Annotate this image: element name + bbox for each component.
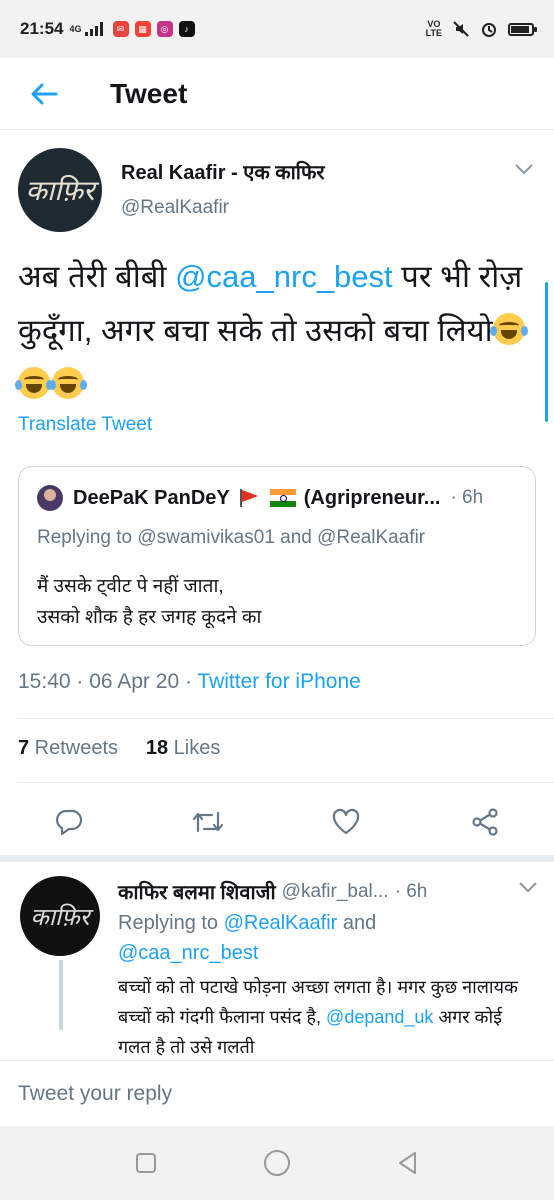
reply-time: · 6h [394, 880, 428, 902]
reply-body-mention-link[interactable]: @depand_uk [326, 1007, 433, 1027]
quote-author-affiliation: (Agripreneur... [303, 486, 441, 509]
like-icon [333, 808, 360, 835]
scroll-indicator [545, 282, 548, 422]
section-separator [0, 855, 554, 862]
retweet-icon [192, 811, 223, 833]
replying-and: and [337, 912, 377, 934]
back-nav-button[interactable] [388, 1143, 428, 1183]
divider [18, 782, 554, 783]
signal-icon [84, 22, 103, 36]
author-handle[interactable]: @RealKaafir [121, 197, 325, 219]
calendar-notification-icon: ▦ [134, 21, 151, 37]
recents-button[interactable] [126, 1143, 166, 1183]
likes-stat[interactable]: 18 Likes [146, 737, 221, 759]
network-type: 4G [69, 23, 82, 34]
tweet-stats: 7 Retweets 18 Likes [18, 737, 220, 760]
tweet-actions [0, 790, 554, 854]
tears-of-joy-emoji-icon [489, 313, 528, 345]
instagram-icon: ◎ [156, 21, 173, 37]
quote-time: · 6h [450, 487, 484, 508]
alarm-icon [482, 23, 496, 37]
quote-author-name: DeePaK PanDeY [73, 486, 230, 509]
like-button[interactable] [277, 790, 416, 854]
india-flag-icon [269, 489, 296, 507]
back-arrow-icon [31, 83, 58, 104]
author-avatar[interactable]: काफ़िर [18, 148, 102, 232]
reply-icon [56, 809, 83, 836]
quote-text: मैं उसके ट्वीट पे नहीं जाता, उसको शौक है… [37, 571, 261, 633]
notification-icons: ✉ ▦ ◎ ♪ [112, 21, 195, 37]
likes-label: Likes [168, 737, 221, 759]
reply-author-name[interactable]: काफिर बलमा शिवाजी [118, 878, 276, 905]
saffron-flag-icon [238, 489, 260, 507]
square-nav-icon [135, 1153, 156, 1173]
page-title: Tweet [110, 77, 188, 109]
translate-tweet-link[interactable]: Translate Tweet [18, 414, 152, 436]
battery-icon [508, 22, 537, 36]
quote-text-line: मैं उसके ट्वीट पे नहीं जाता, [37, 576, 224, 597]
retweets-stat[interactable]: 7 Retweets [18, 737, 118, 759]
replying-prefix: Replying to [118, 912, 224, 934]
retweets-count: 7 [18, 737, 30, 759]
tweet-source-link[interactable]: Twitter for iPhone [197, 670, 360, 693]
avatar-logo-text: काफ़िर [25, 174, 95, 207]
mute-icon [453, 21, 469, 37]
quote-replying-to: Replying to @swamivikas01 and @RealKaafi… [37, 527, 426, 548]
tweet-author: काफ़िर Real Kaafir - एक काफिर @RealKaafi… [18, 148, 542, 232]
tweet-menu-button[interactable] [514, 162, 534, 180]
volte-indicator: VO LTE [425, 19, 442, 38]
share-icon [472, 808, 498, 836]
reply-button[interactable] [0, 790, 139, 854]
tears-of-joy-emoji-icon [15, 367, 53, 399]
tears-of-joy-emoji-icon [49, 367, 87, 399]
tiktok-icon: ♪ [178, 21, 195, 37]
reply-mention-link[interactable]: @caa_nrc_best [118, 942, 258, 964]
status-bar: 21:54 4G ✉ ▦ ◎ ♪ VO LTE [0, 0, 554, 58]
retweet-button[interactable] [139, 790, 278, 854]
avatar-logo-text: काफ़िर [30, 902, 90, 931]
reply-mention-link[interactable]: @RealKaafir [224, 912, 338, 934]
share-button[interactable] [416, 790, 554, 854]
tweet-text: अब तेरी बीबी @caa_nrc_best पर भी रोज़ कु… [15, 250, 528, 412]
back-button[interactable] [0, 58, 88, 130]
reply-input[interactable] [18, 1081, 518, 1106]
chevron-down-icon [515, 164, 533, 175]
status-time: 21:54 [20, 19, 64, 38]
tweet-date: 15:40 · 06 Apr 20 · [18, 670, 198, 693]
reply-text: बच्चों को तो पटाखे फोड़ना अच्छा लगता है।… [118, 972, 538, 1062]
thread-line [59, 960, 63, 1030]
system-nav-bar [0, 1126, 554, 1200]
likes-count: 18 [145, 737, 169, 759]
quote-text-line: उसको शौक है हर जगह कूदने का [37, 607, 262, 628]
quoted-tweet[interactable]: DeePaK PanDeY (Agripreneur... · 6h Reply… [18, 466, 536, 646]
triangle-nav-icon [399, 1152, 417, 1174]
divider [18, 718, 554, 719]
home-button[interactable] [257, 1143, 297, 1183]
retweets-label: Retweets [29, 737, 119, 759]
reply-author-avatar[interactable]: काफ़िर [20, 876, 100, 956]
tweet-text-part: अब तेरी बीबी [18, 259, 176, 294]
reply-author-handle[interactable]: @kafir_bal... [282, 881, 389, 903]
circle-nav-icon [263, 1150, 290, 1176]
chevron-down-icon [519, 882, 537, 893]
tweet-mention-link[interactable]: @caa_nrc_best [175, 259, 393, 294]
reply-header: काफिर बलमा शिवाजी @kafir_bal... · 6h [118, 878, 427, 905]
tweet-timestamp: 15:40 · 06 Apr 20 · Twitter for iPhone [18, 670, 361, 694]
reply-replying-to: Replying to @RealKaafir and @caa_nrc_best [118, 908, 538, 968]
quote-avatar [37, 485, 63, 511]
reply-composer [0, 1060, 554, 1126]
app-notification-icon: ✉ [112, 21, 129, 37]
top-app-bar: Tweet [0, 58, 554, 130]
reply-menu-button[interactable] [518, 880, 538, 898]
author-display-name[interactable]: Real Kaafir - एक काफिर [121, 158, 325, 185]
